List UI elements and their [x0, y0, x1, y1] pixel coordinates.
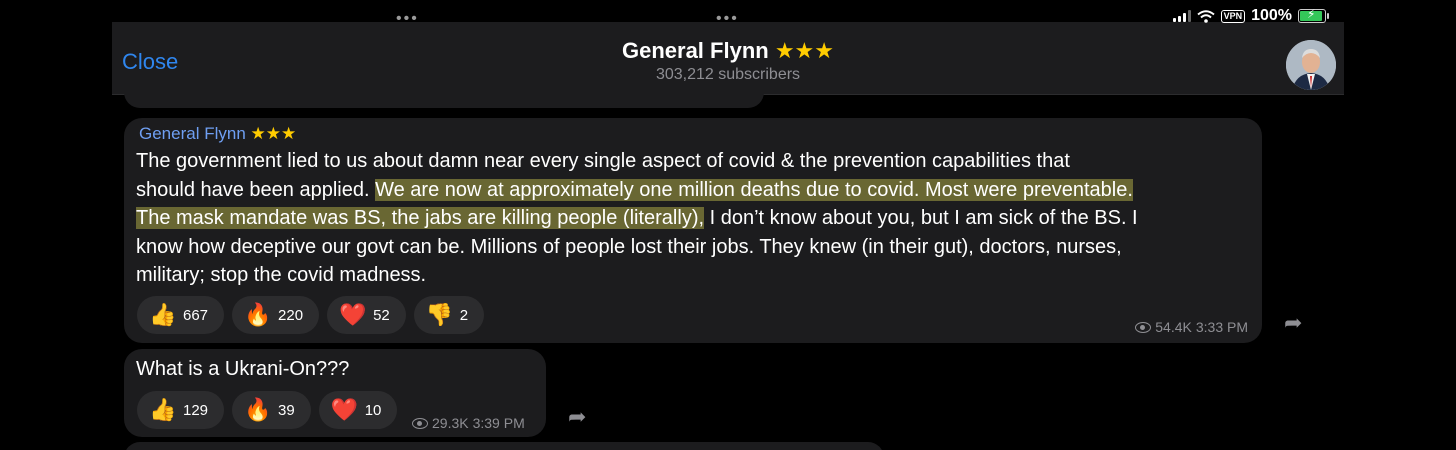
thumbs-up-icon: 👍: [149, 397, 177, 422]
reaction-thumbs-down[interactable]: 👎 2: [413, 296, 485, 334]
subscriber-count: 303,212 subscribers: [655, 66, 801, 83]
message-line: should have been applied. We are now at …: [136, 176, 1138, 205]
message-line: know how deceptive our govt can be. Mill…: [136, 235, 1122, 258]
reaction-count: 39: [278, 401, 295, 419]
text-segment: should have been applied.: [136, 178, 376, 201]
fire-icon: 🔥: [244, 302, 272, 327]
reaction-count: 667: [183, 306, 209, 324]
views-eye-icon: [1135, 321, 1152, 333]
reaction-thumbs-up[interactable]: 👍 667: [137, 296, 225, 334]
heart-icon: ❤️: [339, 302, 367, 327]
message-text: The government lied to us about damn nea…: [136, 147, 1138, 290]
reaction-heart[interactable]: ❤️ 52: [327, 296, 406, 334]
reaction-fire[interactable]: 🔥 39: [232, 391, 311, 429]
channel-name: General Flynn: [621, 38, 769, 63]
wifi-icon: [1196, 9, 1215, 23]
message-meta: 29.3K 3:39 PM: [412, 415, 525, 431]
reaction-fire[interactable]: 🔥 220: [232, 296, 320, 334]
reaction-count: 2: [459, 306, 469, 324]
avatar-photo-icon: [1286, 40, 1336, 90]
text-segment: I don’t know about you, but I am sick of…: [704, 207, 1138, 229]
reaction-count: 220: [278, 306, 304, 324]
vpn-icon: VPN: [1220, 9, 1246, 23]
message-text: What is a Ukrani-On???: [136, 358, 350, 380]
reactions-row: 👍 667 🔥 220 ❤️ 52 👎 2: [137, 296, 485, 334]
view-count: 54.4K: [1155, 319, 1192, 335]
telegram-channel-view: ••• ••• Close General Flynn ★★★ 303,212 …: [112, 0, 1344, 450]
reactions-row: 👍 129 🔥 39 ❤️ 10: [137, 391, 398, 429]
star-icons: ★★★: [774, 38, 834, 63]
reaction-count: 129: [183, 401, 209, 419]
message-bubble[interactable]: General Flynn ★★★ The government lied to…: [124, 118, 1262, 343]
heart-icon: ❤️: [330, 397, 359, 422]
message-bubble[interactable]: What is a Ukrani-On??? 👍 129 🔥 39 ❤️ 10 29.…: [124, 349, 546, 437]
next-message-bubble: [124, 442, 884, 450]
fire-icon: 🔥: [244, 397, 272, 422]
channel-title[interactable]: General Flynn ★★★: [112, 38, 1344, 64]
previous-message-bubble: [124, 86, 764, 108]
highlighted-text: The mask mandate was BS, the jabs are ki…: [136, 207, 705, 229]
star-icons: ★★★: [250, 124, 297, 143]
view-count: 29.3K: [432, 415, 469, 431]
message-sender[interactable]: General Flynn ★★★: [139, 124, 296, 144]
message-time: 3:39 PM: [472, 415, 525, 431]
status-bar: VPN 100% ⚡: [1172, 6, 1329, 26]
message-line: The mask mandate was BS, the jabs are ki…: [136, 204, 1138, 233]
battery-percent: 100%: [1251, 7, 1292, 24]
views-eye-icon: [412, 417, 428, 429]
thumbs-down-icon: 👎: [425, 302, 454, 327]
reaction-thumbs-up[interactable]: 👍 129: [137, 391, 225, 429]
channel-header: Close General Flynn ★★★ 303,212 subscrib…: [112, 22, 1344, 95]
cellular-signal-icon: [1172, 10, 1191, 22]
message-line: The government lied to us about damn nea…: [136, 150, 1070, 172]
reaction-count: 52: [373, 306, 390, 324]
highlighted-text: We are now at approximately one million …: [375, 178, 1133, 201]
share-arrow-icon[interactable]: ➦: [1284, 310, 1302, 336]
thumbs-up-icon: 👍: [149, 302, 177, 327]
reaction-count: 10: [364, 401, 382, 419]
message-meta: 54.4K 3:33 PM: [1135, 319, 1248, 335]
battery-icon: ⚡: [1298, 7, 1329, 23]
share-arrow-icon[interactable]: ➦: [568, 404, 586, 430]
reaction-heart[interactable]: ❤️ 10: [318, 391, 398, 429]
avatar[interactable]: [1286, 40, 1336, 90]
message-line: military; stop the covid madness.: [136, 264, 427, 286]
message-time: 3:33 PM: [1195, 319, 1248, 335]
sender-name: General Flynn: [139, 124, 246, 143]
